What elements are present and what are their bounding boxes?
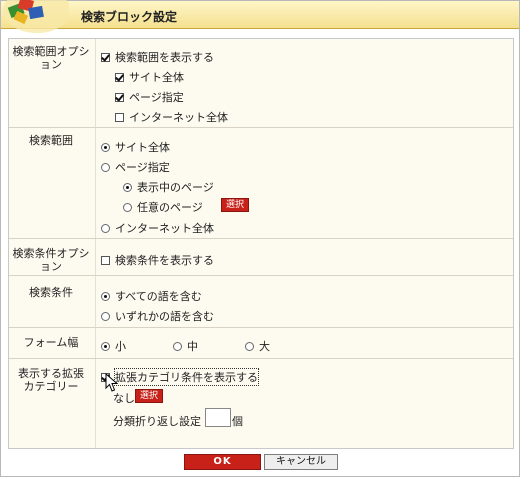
wrap-unit-label: 個	[232, 415, 243, 428]
radio-circle[interactable]	[123, 202, 132, 212]
cancel-button[interactable]: キャンセル	[264, 454, 338, 470]
app-logo-icon	[3, 0, 69, 33]
radio-label: サイト全体	[115, 141, 170, 154]
any-page-select-button[interactable]: 選択	[221, 198, 250, 212]
checkbox-box[interactable]	[115, 112, 124, 122]
divider	[95, 128, 96, 238]
show-range-checkbox[interactable]: 検索範囲を表示する	[101, 49, 214, 65]
divider	[95, 359, 96, 448]
radio-circle[interactable]	[101, 311, 110, 321]
checkbox-box[interactable]	[101, 255, 110, 265]
radio-label: すべての語を含む	[115, 290, 202, 303]
range-site-all-radio[interactable]: サイト全体	[101, 139, 170, 155]
show-condition-checkbox[interactable]: 検索条件を表示する	[101, 252, 214, 268]
dialog-window: 検索ブロック設定 検索範囲オプション 検索範囲を表示する サイト全体 ページ指定…	[0, 0, 520, 477]
all-words-radio[interactable]: すべての語を含む	[101, 288, 202, 304]
wrap-count-input[interactable]	[205, 408, 231, 427]
radio-label: 表示中のページ	[137, 181, 214, 194]
radio-circle[interactable]	[101, 291, 110, 301]
checkbox-label: サイト全体	[129, 71, 184, 84]
checkbox-box[interactable]	[101, 52, 110, 62]
row-search-range: 検索範囲 サイト全体 ページ指定 表示中のページ 任意のページ 選択 インターネ…	[9, 128, 513, 239]
radio-label: 大	[259, 340, 270, 353]
any-page-radio[interactable]: 任意のページ	[123, 199, 203, 215]
width-medium-radio[interactable]: 中	[173, 338, 198, 354]
radio-label: いずれかの語を含む	[115, 310, 214, 323]
row-label: 検索範囲オプション	[12, 45, 90, 71]
ok-button[interactable]: OK	[184, 454, 261, 470]
checkbox-label: 拡張カテゴリ条件を表示する	[114, 368, 259, 386]
row-label: 表示する拡張カテゴリー	[18, 367, 84, 393]
site-all-checkbox[interactable]: サイト全体	[115, 69, 184, 85]
checkbox-label: 検索条件を表示する	[115, 254, 214, 267]
page-spec-checkbox[interactable]: ページ指定	[115, 89, 184, 105]
row-form-width: フォーム幅 小 中 大	[9, 328, 513, 359]
checkbox-box[interactable]	[115, 92, 124, 102]
radio-circle[interactable]	[101, 223, 110, 233]
checkbox-box[interactable]	[115, 72, 124, 82]
divider	[95, 276, 96, 327]
divider	[95, 39, 96, 127]
any-word-radio[interactable]: いずれかの語を含む	[101, 308, 214, 324]
radio-label: 小	[115, 340, 126, 353]
current-page-radio[interactable]: 表示中のページ	[123, 179, 214, 195]
radio-circle[interactable]	[101, 162, 110, 172]
category-select-button[interactable]: 選択	[135, 389, 164, 403]
window-title: 検索ブロック設定	[81, 10, 178, 24]
row-condition-option: 検索条件オプション 検索条件を表示する	[9, 239, 513, 276]
checkbox-label: インターネット全体	[129, 111, 228, 124]
row-extended-category: 表示する拡張カテゴリー 拡張カテゴリ条件を表示する なし 選択 分類折り返し設定…	[9, 359, 513, 448]
row-search-condition: 検索条件 すべての語を含む いずれかの語を含む	[9, 276, 513, 328]
show-extended-checkbox[interactable]: 拡張カテゴリ条件を表示する	[101, 368, 259, 386]
checkbox-label: 検索範囲を表示する	[115, 51, 214, 64]
row-range-option: 検索範囲オプション 検索範囲を表示する サイト全体 ページ指定 インターネット全…	[9, 39, 513, 128]
category-none-text: なし	[113, 392, 135, 405]
radio-circle[interactable]	[101, 341, 110, 351]
range-page-spec-radio[interactable]: ページ指定	[101, 159, 170, 175]
width-small-radio[interactable]: 小	[101, 338, 126, 354]
checkbox-label: ページ指定	[129, 91, 184, 104]
radio-label: 任意のページ	[137, 201, 203, 214]
row-label: フォーム幅	[23, 336, 79, 349]
width-large-radio[interactable]: 大	[245, 338, 270, 354]
row-label: 検索範囲	[29, 134, 73, 147]
divider	[95, 328, 96, 358]
divider	[95, 239, 96, 275]
radio-circle[interactable]	[173, 341, 182, 351]
row-label: 検索条件オプション	[12, 247, 90, 273]
radio-circle[interactable]	[245, 341, 254, 351]
radio-circle[interactable]	[123, 182, 132, 192]
radio-label: インターネット全体	[115, 222, 214, 235]
wrap-setting-label: 分類折り返し設定	[113, 415, 201, 428]
radio-label: 中	[187, 340, 198, 353]
row-label: 検索条件	[29, 286, 73, 299]
settings-panel: 検索範囲オプション 検索範囲を表示する サイト全体 ページ指定 インターネット全…	[8, 38, 514, 449]
radio-label: ページ指定	[115, 161, 170, 174]
range-internet-radio[interactable]: インターネット全体	[101, 220, 214, 236]
internet-all-checkbox[interactable]: インターネット全体	[115, 109, 228, 125]
title-bar: 検索ブロック設定	[1, 0, 519, 33]
radio-circle[interactable]	[101, 142, 110, 152]
